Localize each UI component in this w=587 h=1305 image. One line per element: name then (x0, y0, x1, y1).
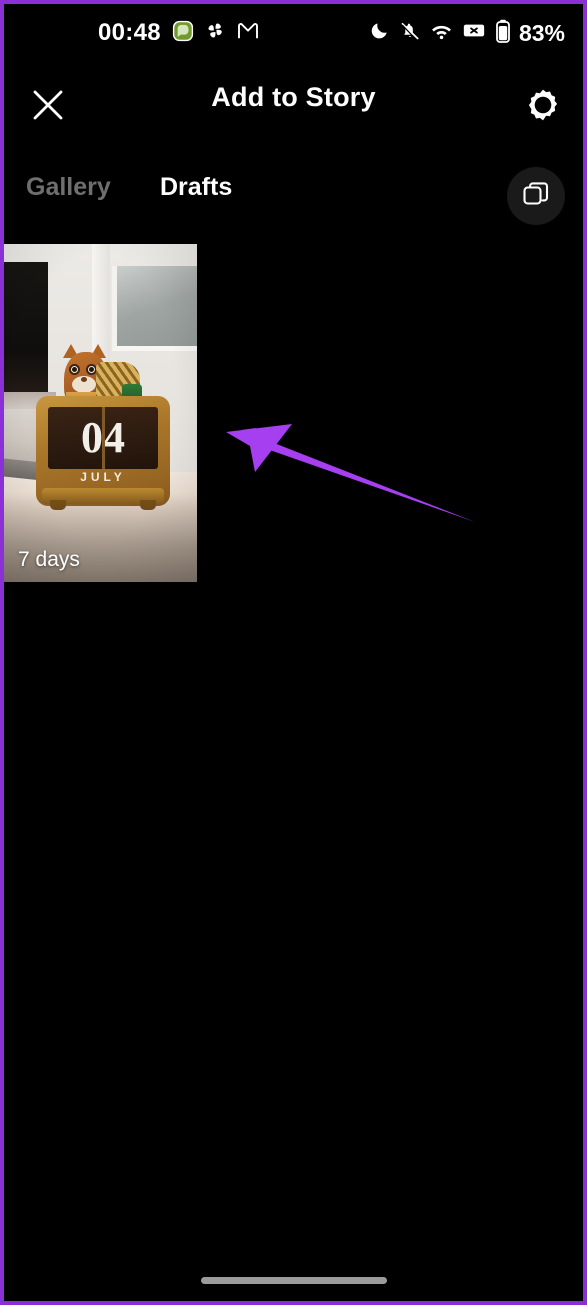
draft-expiry-label: 7 days (18, 548, 80, 571)
phone-screen: 00:48 83% Add to Story Gallery Drafts 7 … (0, 0, 587, 1305)
gear-icon (525, 87, 561, 128)
no-sim-icon (463, 22, 485, 44)
tab-drafts[interactable]: Drafts (160, 175, 232, 200)
draft-thumbnail[interactable]: 04 JULY 7 days (4, 244, 197, 582)
settings-button[interactable] (521, 85, 565, 129)
status-bar-left: 00:48 (98, 20, 259, 47)
page-title: Add to Story (211, 82, 376, 112)
photos-app-icon (205, 20, 226, 46)
tab-bar: Gallery Drafts (4, 159, 583, 234)
status-bar-right: 83% (370, 19, 565, 48)
drafts-grid: 04 JULY 7 days (4, 244, 583, 582)
messages-app-icon (172, 20, 194, 47)
multi-select-icon (522, 180, 550, 213)
silent-mode-icon (400, 21, 420, 46)
gmail-app-icon (237, 22, 259, 45)
do-not-disturb-icon (370, 21, 389, 45)
status-bar: 00:48 83% (4, 4, 583, 62)
status-bar-clock: 00:48 (98, 19, 161, 46)
multi-select-button[interactable] (507, 167, 565, 225)
app-header: Add to Story (4, 62, 583, 152)
battery-icon (496, 19, 510, 48)
home-indicator[interactable] (200, 1277, 387, 1284)
battery-percentage: 83% (518, 19, 565, 46)
wifi-icon (431, 22, 452, 45)
tab-gallery[interactable]: Gallery (26, 175, 111, 200)
